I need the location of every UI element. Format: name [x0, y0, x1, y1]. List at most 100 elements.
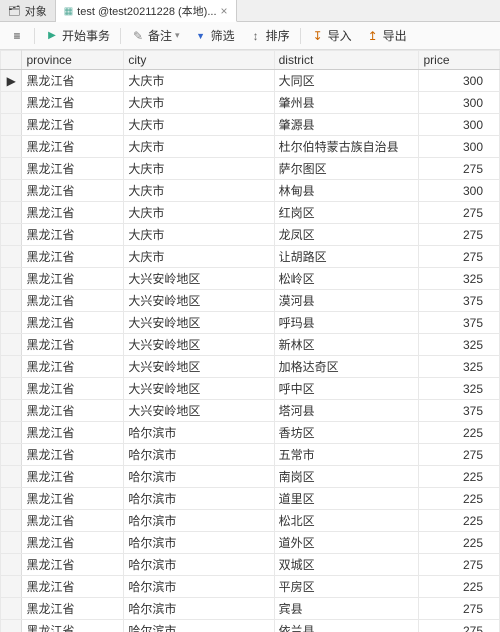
cell-province[interactable]: 黑龙江省: [22, 466, 124, 488]
table-row[interactable]: 黑龙江省大兴安岭地区加格达奇区325: [1, 356, 500, 378]
cell-district[interactable]: 肇州县: [274, 92, 419, 114]
cell-city[interactable]: 哈尔滨市: [124, 598, 274, 620]
cell-province[interactable]: 黑龙江省: [22, 378, 124, 400]
row-handle[interactable]: [1, 114, 22, 136]
tab-object[interactable]: 对象: [0, 0, 56, 21]
cell-city[interactable]: 哈尔滨市: [124, 422, 274, 444]
cell-district[interactable]: 道外区: [274, 532, 419, 554]
cell-district[interactable]: 双城区: [274, 554, 419, 576]
cell-district[interactable]: 龙凤区: [274, 224, 419, 246]
cell-city[interactable]: 大兴安岭地区: [124, 356, 274, 378]
table-row[interactable]: 黑龙江省大庆市杜尔伯特蒙古族自治县300: [1, 136, 500, 158]
cell-city[interactable]: 大庆市: [124, 246, 274, 268]
cell-province[interactable]: 黑龙江省: [22, 180, 124, 202]
filter-button[interactable]: 筛选: [190, 25, 239, 46]
cell-province[interactable]: 黑龙江省: [22, 290, 124, 312]
cell-price[interactable]: 300: [419, 136, 500, 158]
col-header-price[interactable]: price: [419, 51, 500, 70]
cell-district[interactable]: 南岗区: [274, 466, 419, 488]
row-handle[interactable]: [1, 136, 22, 158]
cell-district[interactable]: 香坊区: [274, 422, 419, 444]
cell-price[interactable]: 325: [419, 378, 500, 400]
row-handle[interactable]: [1, 554, 22, 576]
cell-city[interactable]: 哈尔滨市: [124, 488, 274, 510]
cell-district[interactable]: 道里区: [274, 488, 419, 510]
cell-district[interactable]: 平房区: [274, 576, 419, 598]
cell-district[interactable]: 宾县: [274, 598, 419, 620]
cell-province[interactable]: 黑龙江省: [22, 488, 124, 510]
cell-province[interactable]: 黑龙江省: [22, 202, 124, 224]
table-row[interactable]: 黑龙江省哈尔滨市道外区225: [1, 532, 500, 554]
cell-province[interactable]: 黑龙江省: [22, 92, 124, 114]
cell-province[interactable]: 黑龙江省: [22, 246, 124, 268]
cell-province[interactable]: 黑龙江省: [22, 554, 124, 576]
cell-price[interactable]: 300: [419, 70, 500, 92]
row-handle[interactable]: [1, 466, 22, 488]
cell-province[interactable]: 黑龙江省: [22, 312, 124, 334]
cell-price[interactable]: 275: [419, 554, 500, 576]
cell-city[interactable]: 大庆市: [124, 224, 274, 246]
table-row[interactable]: ▶黑龙江省大庆市大同区300: [1, 70, 500, 92]
table-row[interactable]: 黑龙江省大兴安岭地区呼玛县375: [1, 312, 500, 334]
table-row[interactable]: 黑龙江省哈尔滨市松北区225: [1, 510, 500, 532]
cell-price[interactable]: 275: [419, 202, 500, 224]
cell-price[interactable]: 375: [419, 400, 500, 422]
cell-city[interactable]: 大庆市: [124, 202, 274, 224]
table-row[interactable]: 黑龙江省大庆市林甸县300: [1, 180, 500, 202]
table-row[interactable]: 黑龙江省哈尔滨市平房区225: [1, 576, 500, 598]
export-button[interactable]: 导出: [362, 25, 411, 46]
table-row[interactable]: 黑龙江省哈尔滨市南岗区225: [1, 466, 500, 488]
cell-province[interactable]: 黑龙江省: [22, 268, 124, 290]
cell-province[interactable]: 黑龙江省: [22, 400, 124, 422]
cell-city[interactable]: 大兴安岭地区: [124, 312, 274, 334]
row-handle[interactable]: [1, 290, 22, 312]
row-handle[interactable]: [1, 158, 22, 180]
cell-district[interactable]: 林甸县: [274, 180, 419, 202]
cell-province[interactable]: 黑龙江省: [22, 334, 124, 356]
cell-price[interactable]: 300: [419, 114, 500, 136]
cell-price[interactable]: 225: [419, 510, 500, 532]
row-handle[interactable]: [1, 598, 22, 620]
cell-city[interactable]: 大庆市: [124, 136, 274, 158]
table-row[interactable]: 黑龙江省大兴安岭地区松岭区325: [1, 268, 500, 290]
cell-price[interactable]: 275: [419, 444, 500, 466]
cell-district[interactable]: 大同区: [274, 70, 419, 92]
cell-province[interactable]: 黑龙江省: [22, 620, 124, 632]
col-header-city[interactable]: city: [124, 51, 274, 70]
cell-price[interactable]: 225: [419, 532, 500, 554]
cell-district[interactable]: 萨尔图区: [274, 158, 419, 180]
cell-district[interactable]: 呼中区: [274, 378, 419, 400]
cell-district[interactable]: 让胡路区: [274, 246, 419, 268]
table-row[interactable]: 黑龙江省哈尔滨市道里区225: [1, 488, 500, 510]
cell-province[interactable]: 黑龙江省: [22, 510, 124, 532]
cell-price[interactable]: 275: [419, 620, 500, 632]
row-handle[interactable]: [1, 576, 22, 598]
table-row[interactable]: 黑龙江省哈尔滨市宾县275: [1, 598, 500, 620]
import-button[interactable]: 导入: [307, 25, 356, 46]
cell-price[interactable]: 325: [419, 268, 500, 290]
cell-city[interactable]: 大庆市: [124, 114, 274, 136]
row-handle[interactable]: [1, 246, 22, 268]
row-handle[interactable]: [1, 510, 22, 532]
cell-price[interactable]: 275: [419, 224, 500, 246]
table-row[interactable]: 黑龙江省哈尔滨市五常市275: [1, 444, 500, 466]
row-handle[interactable]: [1, 268, 22, 290]
row-handle[interactable]: [1, 422, 22, 444]
cell-district[interactable]: 依兰县: [274, 620, 419, 632]
note-button[interactable]: 备注 ▾: [127, 25, 184, 46]
row-handle[interactable]: [1, 356, 22, 378]
table-row[interactable]: 黑龙江省大庆市肇州县300: [1, 92, 500, 114]
cell-city[interactable]: 哈尔滨市: [124, 444, 274, 466]
cell-city[interactable]: 大兴安岭地区: [124, 290, 274, 312]
row-handle[interactable]: [1, 334, 22, 356]
cell-district[interactable]: 五常市: [274, 444, 419, 466]
tab-test-table[interactable]: test @test20211228 (本地)... ×: [56, 0, 237, 22]
row-handle[interactable]: ▶: [1, 70, 22, 92]
cell-province[interactable]: 黑龙江省: [22, 158, 124, 180]
cell-price[interactable]: 375: [419, 312, 500, 334]
table-row[interactable]: 黑龙江省大庆市龙凤区275: [1, 224, 500, 246]
table-row[interactable]: 黑龙江省大庆市让胡路区275: [1, 246, 500, 268]
cell-price[interactable]: 225: [419, 488, 500, 510]
menu-button[interactable]: [6, 27, 28, 45]
row-handle[interactable]: [1, 180, 22, 202]
